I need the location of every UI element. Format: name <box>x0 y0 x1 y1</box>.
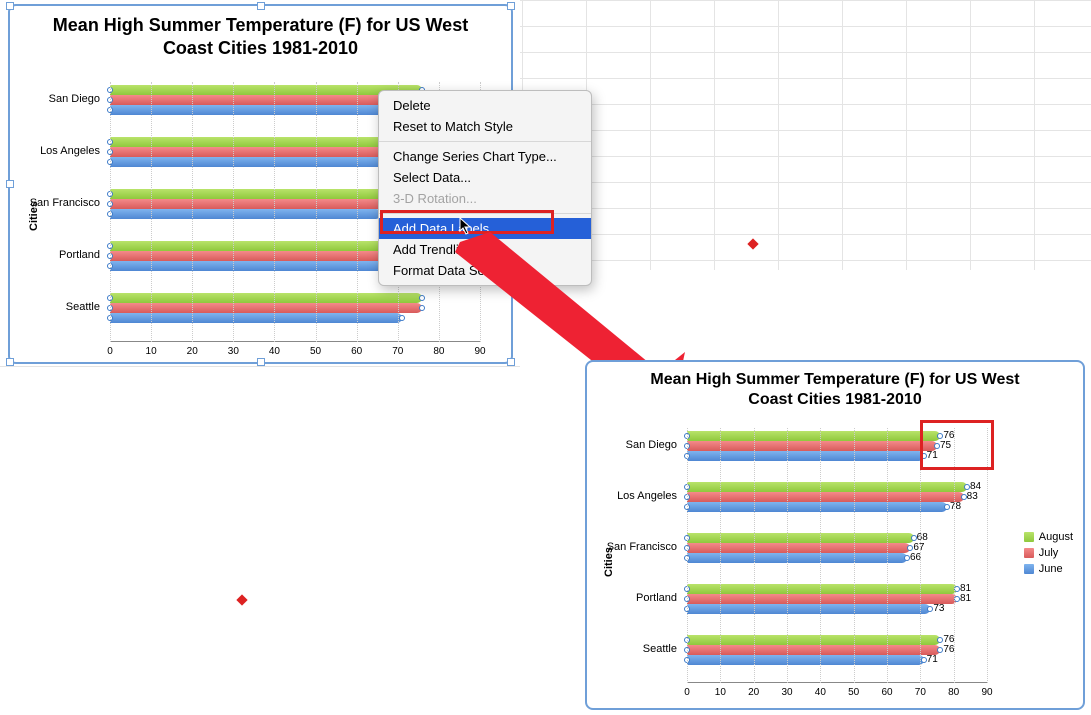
x-tick: 20 <box>187 346 198 357</box>
menu-item-3-d-rotation: 3-D Rotation... <box>379 188 591 209</box>
category-label: Portland <box>592 592 677 604</box>
data-label: 76 <box>940 644 954 655</box>
category-label: Seattle <box>592 643 677 655</box>
bar-june[interactable]: 71 <box>687 451 924 461</box>
bar-july[interactable]: 75 <box>687 441 937 451</box>
bar-august[interactable]: 84 <box>687 482 967 492</box>
bar-july[interactable]: 81 <box>687 594 957 604</box>
bar-august[interactable]: 76 <box>687 635 940 645</box>
x-tick: 60 <box>881 687 892 698</box>
data-label: 66 <box>907 552 921 563</box>
x-tick: 10 <box>715 687 726 698</box>
menu-item-delete[interactable]: Delete <box>379 95 591 116</box>
bar-july[interactable] <box>110 95 418 105</box>
legend-item-june[interactable]: June <box>1024 563 1073 575</box>
x-tick: 40 <box>815 687 826 698</box>
x-tick: 70 <box>915 687 926 698</box>
legend-item-july[interactable]: July <box>1024 547 1073 559</box>
x-tick: 70 <box>392 346 403 357</box>
data-label: 71 <box>924 450 938 461</box>
chart-right[interactable]: Mean High Summer Temperature (F) for US … <box>585 360 1085 710</box>
x-axis: 0102030405060708090 <box>687 682 987 700</box>
x-tick: 50 <box>848 687 859 698</box>
data-label: 75 <box>937 440 951 451</box>
chart-title: Mean High Summer Temperature (F) for US … <box>10 6 511 59</box>
data-label: 71 <box>924 654 938 665</box>
bar-august[interactable] <box>110 85 422 95</box>
menu-item-add-trendline[interactable]: Add Trendline... <box>379 239 591 260</box>
legend-label: June <box>1039 563 1063 575</box>
bar-july[interactable]: 83 <box>687 492 964 502</box>
category-label: Portland <box>15 249 100 261</box>
bar-june[interactable] <box>110 105 402 115</box>
bar-august[interactable]: 76 <box>687 431 940 441</box>
category-label: San Diego <box>592 439 677 451</box>
category-label: Seattle <box>15 301 100 313</box>
legend-item-august[interactable]: August <box>1024 531 1073 543</box>
x-tick: 10 <box>146 346 157 357</box>
plot-area[interactable]: San Diego767571Los Angeles848378San Fran… <box>687 422 987 677</box>
category-label: San Diego <box>15 93 100 105</box>
x-tick: 90 <box>981 687 992 698</box>
data-label: 73 <box>930 603 944 614</box>
x-tick: 60 <box>351 346 362 357</box>
menu-item-format-data-series[interactable]: Format Data Series... <box>379 260 591 281</box>
chart-title: Mean High Summer Temperature (F) for US … <box>587 362 1083 410</box>
bar-july[interactable]: 76 <box>687 645 940 655</box>
category-label: Los Angeles <box>592 490 677 502</box>
bar-june[interactable] <box>110 261 410 271</box>
x-tick: 80 <box>948 687 959 698</box>
bar-june[interactable]: 71 <box>687 655 924 665</box>
category-label: San Francisco <box>15 197 100 209</box>
menu-item-change-series-chart-type[interactable]: Change Series Chart Type... <box>379 146 591 167</box>
context-menu[interactable]: DeleteReset to Match Style Change Series … <box>378 90 592 286</box>
x-tick: 0 <box>684 687 690 698</box>
legend[interactable]: August July June <box>1024 527 1073 579</box>
category-label: San Francisco <box>592 541 677 553</box>
x-tick: 30 <box>228 346 239 357</box>
bar-june[interactable]: 78 <box>687 502 947 512</box>
data-label: 81 <box>957 593 971 604</box>
legend-label: August <box>1039 531 1073 543</box>
bar-june[interactable]: 73 <box>687 604 930 614</box>
menu-item-add-data-labels[interactable]: Add Data Labels <box>379 218 591 239</box>
x-tick: 0 <box>107 346 113 357</box>
category-label: Los Angeles <box>15 145 100 157</box>
data-label: 83 <box>964 491 978 502</box>
x-tick: 30 <box>781 687 792 698</box>
x-tick: 40 <box>269 346 280 357</box>
bar-august[interactable]: 81 <box>687 584 957 594</box>
x-axis: 0102030405060708090 <box>110 341 480 359</box>
bar-august[interactable] <box>110 293 422 303</box>
menu-item-reset-to-match-style[interactable]: Reset to Match Style <box>379 116 591 137</box>
bar-june[interactable] <box>110 313 402 323</box>
x-tick: 20 <box>748 687 759 698</box>
x-tick: 90 <box>474 346 485 357</box>
x-tick: 80 <box>433 346 444 357</box>
menu-item-select-data[interactable]: Select Data... <box>379 167 591 188</box>
x-tick: 50 <box>310 346 321 357</box>
bar-july[interactable] <box>110 303 422 313</box>
legend-label: July <box>1039 547 1059 559</box>
